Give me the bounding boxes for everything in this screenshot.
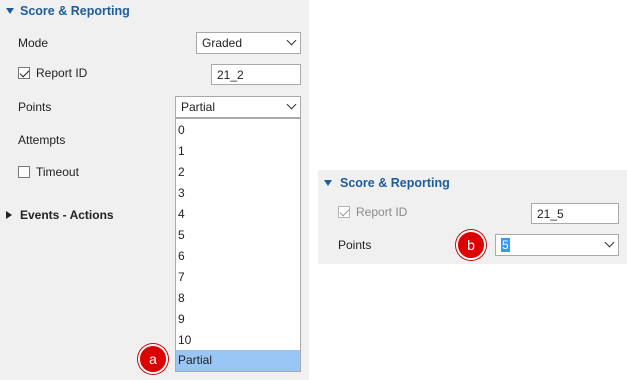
dropdown-option[interactable]: 3: [176, 183, 300, 204]
report-id-checkbox-disabled: [338, 206, 350, 218]
dropdown-option-selected[interactable]: Partial: [176, 350, 300, 371]
expand-triangle-icon: [6, 211, 12, 219]
points-label: Points: [338, 238, 372, 252]
score-reporting-header[interactable]: Score & Reporting: [318, 174, 518, 192]
collapse-triangle-icon: [324, 180, 332, 186]
section-title: Score & Reporting: [340, 176, 450, 190]
events-title: Events - Actions: [20, 208, 114, 222]
dropdown-option[interactable]: 10: [176, 330, 300, 351]
timeout-label: Timeout: [36, 165, 79, 179]
mode-label: Mode: [18, 36, 49, 50]
points-select-value-wrap: 5: [501, 238, 510, 252]
report-id-input[interactable]: 21_2: [211, 64, 301, 85]
points-dropdown-list[interactable]: 0 1 2 3 4 5 6 7 8 9 10 Partial: [175, 118, 301, 372]
mode-select[interactable]: Graded: [196, 32, 301, 54]
dropdown-option[interactable]: 8: [176, 288, 300, 309]
score-reporting-header[interactable]: Score & Reporting: [0, 2, 200, 20]
dropdown-option[interactable]: 7: [176, 267, 300, 288]
report-id-value: 21_2: [217, 68, 244, 82]
dropdown-option[interactable]: 5: [176, 225, 300, 246]
report-id-label: Report ID: [36, 66, 88, 80]
report-id-label: Report ID: [356, 205, 408, 219]
dropdown-option[interactable]: 4: [176, 204, 300, 225]
chevron-down-icon: [604, 237, 615, 248]
mode-select-value: Graded: [202, 36, 243, 50]
callout-badge-b: b: [456, 230, 486, 260]
points-select[interactable]: Partial: [175, 96, 301, 118]
section-title: Score & Reporting: [20, 4, 130, 18]
report-id-value: 21_5: [537, 207, 564, 221]
callout-badge-a: a: [138, 344, 168, 374]
timeout-checkbox[interactable]: [18, 166, 30, 178]
dropdown-option[interactable]: 6: [176, 246, 300, 267]
attempts-label: Attempts: [18, 133, 66, 147]
report-id-checkbox[interactable]: [18, 67, 30, 79]
checkmark-icon: [19, 67, 30, 78]
points-select-value: Partial: [181, 100, 216, 114]
dropdown-option[interactable]: 9: [176, 309, 300, 330]
collapse-triangle-icon: [6, 8, 14, 14]
dropdown-option[interactable]: 0: [176, 120, 300, 141]
points-select-value: 5: [501, 238, 510, 252]
dropdown-option[interactable]: 1: [176, 141, 300, 162]
dropdown-option[interactable]: 2: [176, 162, 300, 183]
points-select[interactable]: 5: [495, 234, 619, 256]
report-id-input[interactable]: 21_5: [531, 203, 619, 224]
chevron-down-icon: [286, 99, 297, 110]
events-actions-header[interactable]: Events - Actions: [0, 206, 170, 224]
points-label: Points: [18, 100, 52, 114]
checkmark-icon: [339, 206, 350, 217]
chevron-down-icon: [286, 35, 297, 46]
